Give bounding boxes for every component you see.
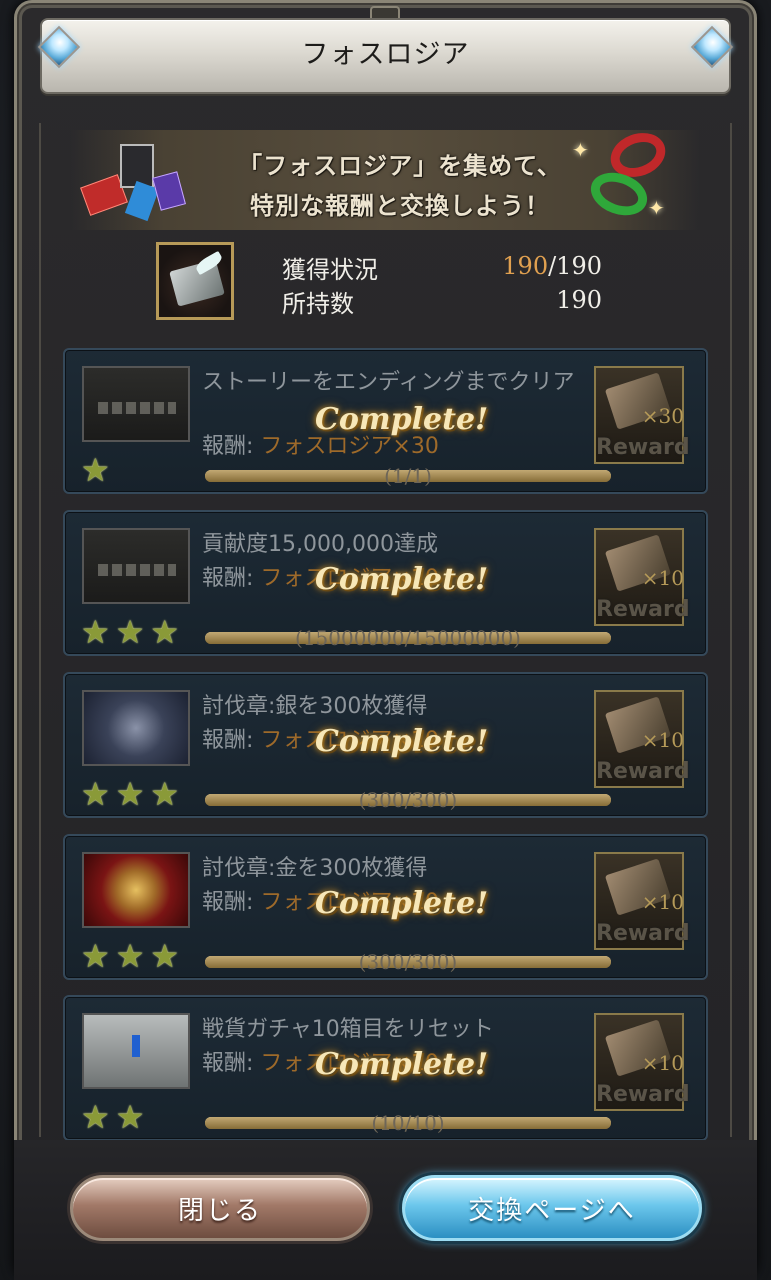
reward-label: 報酬: <box>202 728 254 753</box>
promo-banner: 「フォスロジア」を集めて、 特別な報酬と交換しよう！ ✦ ✦ <box>70 125 700 230</box>
star-rating: ★ ★ ★ <box>81 778 179 810</box>
star-rating: ★ <box>81 454 110 486</box>
owned-count-row: 所持数 190 <box>282 284 602 318</box>
acquired-current: 190 <box>502 252 549 280</box>
banner-text-line2: 特別な報酬と交換しよう！ <box>250 192 550 220</box>
close-button[interactable]: 閉じる <box>70 1175 370 1241</box>
reward-box-label: Reward <box>596 759 690 784</box>
mission-card: 戦貨ガチャ10箱目をリセット 報酬: フォスロジア×10 Complete! ★… <box>63 995 708 1141</box>
reward-quantity: ×10 <box>641 890 684 914</box>
complete-stamp: Complete! <box>315 886 489 921</box>
mission-thumbnail <box>82 1013 190 1089</box>
acquired-label: 獲得状況 <box>282 256 378 284</box>
reward-box[interactable]: ×10 Reward <box>594 1013 690 1111</box>
star-rating: ★ ★ ★ <box>81 616 179 648</box>
mission-description: 貢献度15,000,000達成 <box>202 532 438 557</box>
star-icon: ★ <box>81 775 110 813</box>
acquired-total: /190 <box>548 252 602 280</box>
complete-stamp: Complete! <box>315 724 489 759</box>
dialog-title: フォスロジア <box>301 38 470 70</box>
mission-description: 討伐章:銀を300枚獲得 <box>202 694 428 719</box>
reward-quantity: ×10 <box>641 1051 684 1075</box>
reward-box-label: Reward <box>596 921 690 946</box>
reward-quantity: ×30 <box>641 404 684 428</box>
star-icon: ★ <box>81 451 110 489</box>
star-icon: ★ <box>81 613 110 651</box>
reward-box-label: Reward <box>596 435 690 460</box>
reward-box[interactable]: ×10 Reward <box>594 528 690 626</box>
reward-label: 報酬: <box>202 890 254 915</box>
mission-card: 貢献度15,000,000達成 報酬: フォスロジア×10 Complete! … <box>63 510 708 656</box>
complete-stamp: Complete! <box>315 562 489 597</box>
reward-value: フォスロジア×30 <box>260 434 439 459</box>
star-icon: ★ <box>150 937 180 975</box>
mission-description: 戦貨ガチャ10箱目をリセット <box>202 1017 494 1042</box>
star-rating: ★ ★ <box>81 1101 144 1133</box>
star-icon: ★ <box>115 937 145 975</box>
reward-box[interactable]: ×10 Reward <box>594 690 690 788</box>
reward-label: 報酬: <box>202 566 254 591</box>
mission-card: ストーリーをエンディングまでクリア 報酬: フォスロジア×30 Complete… <box>63 348 708 494</box>
complete-stamp: Complete! <box>315 1047 489 1082</box>
reward-label: 報酬: <box>202 1051 254 1076</box>
progress-text: (10/10) <box>371 1111 445 1135</box>
star-icon: ★ <box>81 1098 110 1136</box>
mission-description: ストーリーをエンディングまでクリア <box>202 370 575 395</box>
mission-thumbnail <box>82 852 190 928</box>
mission-thumbnail <box>82 528 190 604</box>
reward-box-label: Reward <box>596 597 690 622</box>
star-icon: ★ <box>150 613 180 651</box>
star-icon: ★ <box>150 775 180 813</box>
progress-text: (300/300) <box>358 788 458 812</box>
reward-label: 報酬: <box>202 434 254 459</box>
acquired-value: 190/190 <box>502 252 602 280</box>
complete-stamp: Complete! <box>315 402 489 437</box>
mission-card: 討伐章:金を300枚獲得 報酬: フォスロジア×10 Complete! ★ ★… <box>63 834 708 980</box>
progress-text: (300/300) <box>358 950 458 974</box>
reward-box[interactable]: ×10 Reward <box>594 852 690 950</box>
reward-quantity: ×10 <box>641 566 684 590</box>
star-icon: ★ <box>115 775 145 813</box>
sparkle-icon: ✦ <box>648 196 665 220</box>
reward-box[interactable]: ×30 Reward <box>594 366 690 464</box>
banner-text-line1: 「フォスロジア」を集めて、 <box>238 152 562 180</box>
acquired-status-row: 獲得状況 190/190 <box>282 250 602 284</box>
reward-box-label: Reward <box>596 1082 690 1107</box>
phosrogia-item-icon <box>156 242 234 320</box>
star-rating: ★ ★ ★ <box>81 940 179 972</box>
star-icon: ★ <box>115 613 145 651</box>
progress-text: (15000000/15000000) <box>295 626 521 650</box>
star-icon: ★ <box>115 1098 145 1136</box>
mission-card: 討伐章:銀を300枚獲得 報酬: フォスロジア×10 Complete! ★ ★… <box>63 672 708 818</box>
progress-text: (1/1) <box>384 464 432 488</box>
owned-value: 190 <box>556 286 602 314</box>
item-pile-icon <box>80 140 194 226</box>
mission-description: 討伐章:金を300枚獲得 <box>202 856 428 881</box>
dialog-title-bar: フォスロジア <box>40 18 731 94</box>
star-icon: ★ <box>81 937 110 975</box>
mission-thumbnail <box>82 690 190 766</box>
rings-icon <box>584 125 680 224</box>
exchange-page-button[interactable]: 交換ページへ <box>402 1175 702 1241</box>
sparkle-icon: ✦ <box>572 138 589 162</box>
owned-label: 所持数 <box>282 290 354 318</box>
reward-quantity: ×10 <box>641 728 684 752</box>
mission-thumbnail <box>82 366 190 442</box>
